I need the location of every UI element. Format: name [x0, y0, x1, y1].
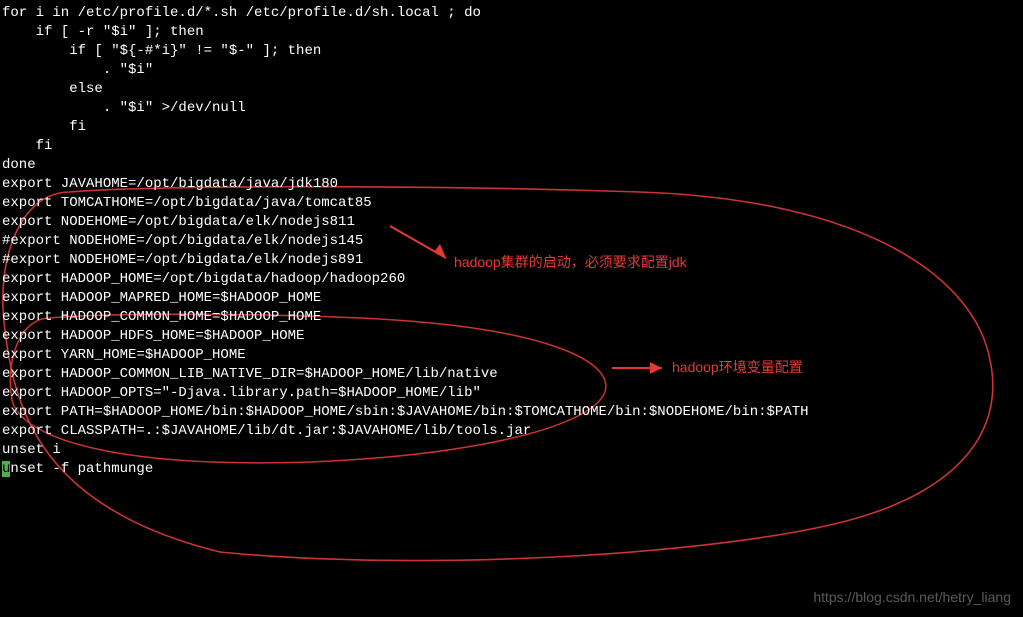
terminal-line: export PATH=$HADOOP_HOME/bin:$HADOOP_HOM… — [2, 403, 1021, 422]
terminal-line: #export NODEHOME=/opt/bigdata/elk/nodejs… — [2, 251, 1021, 270]
terminal-line: export JAVAHOME=/opt/bigdata/java/jdk180 — [2, 175, 1021, 194]
terminal-line: export HADOOP_COMMON_HOME=$HADOOP_HOME — [2, 308, 1021, 327]
terminal-line: #export NODEHOME=/opt/bigdata/elk/nodejs… — [2, 232, 1021, 251]
terminal-line: for i in /etc/profile.d/*.sh /etc/profil… — [2, 4, 1021, 23]
terminal-line: if [ -r "$i" ]; then — [2, 23, 1021, 42]
terminal-output: for i in /etc/profile.d/*.sh /etc/profil… — [0, 0, 1023, 483]
terminal-line: export TOMCATHOME=/opt/bigdata/java/tomc… — [2, 194, 1021, 213]
terminal-line: . "$i" — [2, 61, 1021, 80]
cursor: u — [2, 461, 10, 477]
terminal-line: export HADOOP_COMMON_LIB_NATIVE_DIR=$HAD… — [2, 365, 1021, 384]
terminal-line: export CLASSPATH=.:$JAVAHOME/lib/dt.jar:… — [2, 422, 1021, 441]
terminal-line: done — [2, 156, 1021, 175]
terminal-line: fi — [2, 137, 1021, 156]
terminal-line: export HADOOP_HDFS_HOME=$HADOOP_HOME — [2, 327, 1021, 346]
terminal-line: export HADOOP_OPTS="-Djava.library.path=… — [2, 384, 1021, 403]
terminal-line: export HADOOP_MAPRED_HOME=$HADOOP_HOME — [2, 289, 1021, 308]
terminal-line: export YARN_HOME=$HADOOP_HOME — [2, 346, 1021, 365]
terminal-line: if [ "${-#*i}" != "$-" ]; then — [2, 42, 1021, 61]
terminal-line: export HADOOP_HOME=/opt/bigdata/hadoop/h… — [2, 270, 1021, 289]
terminal-line: . "$i" >/dev/null — [2, 99, 1021, 118]
terminal-line: unset i — [2, 441, 1021, 460]
terminal-line: export NODEHOME=/opt/bigdata/elk/nodejs8… — [2, 213, 1021, 232]
terminal-line: fi — [2, 118, 1021, 137]
terminal-line: else — [2, 80, 1021, 99]
watermark-text: https://blog.csdn.net/hetry_liang — [813, 588, 1011, 607]
terminal-line: unset -f pathmunge — [2, 460, 1021, 479]
